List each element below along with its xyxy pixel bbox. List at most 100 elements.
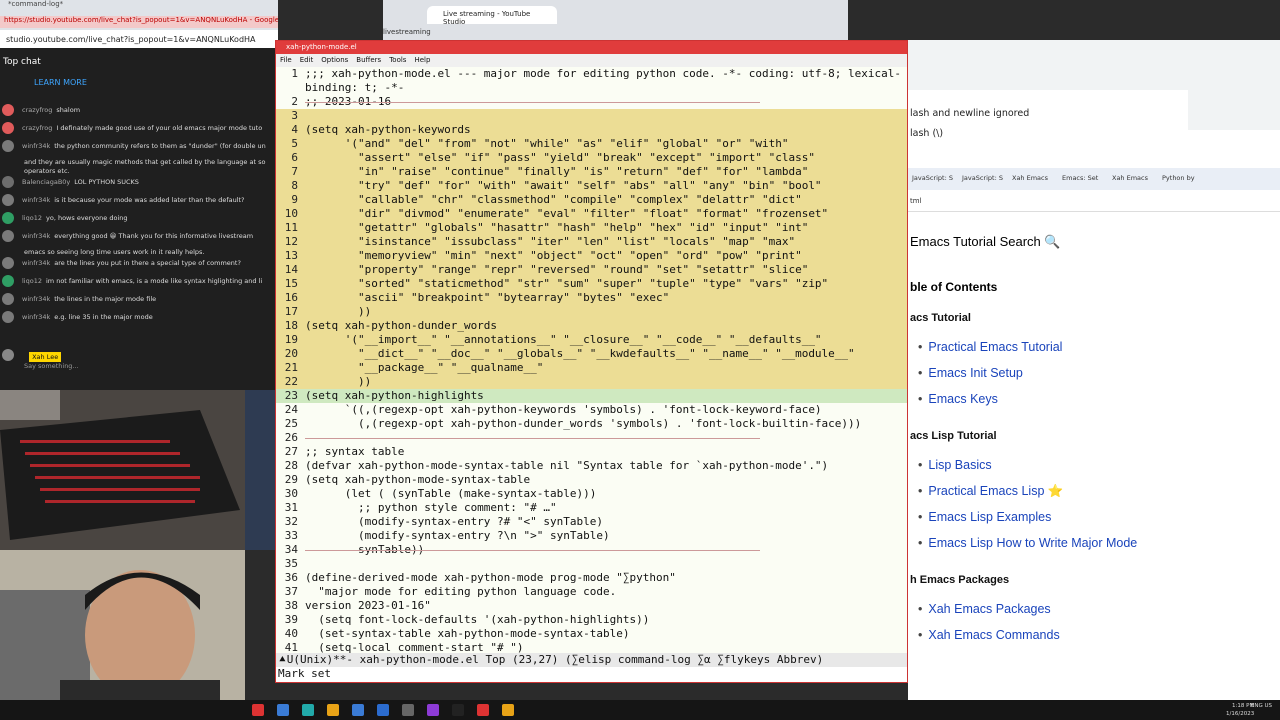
line-text: version 2023-01-16" xyxy=(305,599,431,612)
line-number: 8 xyxy=(291,179,298,192)
clock-datetime[interactable]: 1:18 PM 1/16/2023 xyxy=(1226,702,1254,718)
browser-address-bar[interactable]: tml xyxy=(908,190,1280,212)
taskbar-app-icon[interactable] xyxy=(252,704,264,716)
chat-window-tab[interactable]: *command-log* xyxy=(8,0,228,9)
chat-text: e.g. line 35 in the major mode xyxy=(54,313,153,321)
menu-buffers[interactable]: Buffers xyxy=(356,56,381,64)
chat-title-url: https://studio.youtube.com/live_chat?is_… xyxy=(0,16,278,28)
code-line: 15 "sorted" "staticmethod" "str" "sum" "… xyxy=(276,277,907,291)
browser-tab[interactable]: Emacs: Set xyxy=(1062,174,1098,182)
taskbar-app-icon[interactable] xyxy=(502,704,514,716)
line-text: "__dict__" "__doc__" "__globals__" "__kw… xyxy=(305,347,855,360)
code-buffer[interactable]: 1 ;;; xah-python-mode.el --- major mode f… xyxy=(276,67,907,659)
taskbar-app-icon[interactable] xyxy=(477,704,489,716)
chat-text: operators etc. xyxy=(24,167,70,175)
toc-link[interactable]: Xah Emacs Packages xyxy=(918,602,1050,616)
toc-link[interactable]: Emacs Keys xyxy=(918,392,997,406)
code-line: 17 )) xyxy=(276,305,907,319)
toc-heading: ble of Contents xyxy=(910,280,998,294)
line-number: 20 xyxy=(284,347,298,360)
taskbar-app-icon[interactable] xyxy=(377,704,389,716)
yt-address[interactable]: livestreaming xyxy=(383,28,431,36)
line-number: 31 xyxy=(284,501,298,514)
browser-tab[interactable]: Xah Emacs xyxy=(1112,174,1148,182)
chat-text: is it because your mode was added later … xyxy=(54,196,245,204)
code-line: 8 "try" "def" "for" "with" "await" "self… xyxy=(276,179,907,193)
browser-tab[interactable]: JavaScript: S xyxy=(962,174,1003,182)
toc-section-heading: acs Lisp Tutorial xyxy=(910,430,997,442)
chat-text: shalom xyxy=(56,106,81,114)
toc-link[interactable]: Practical Emacs Lisp ⭐ xyxy=(918,484,1063,499)
toc-link[interactable]: Lisp Basics xyxy=(918,458,991,472)
chat-message: winfr34k the python community refers to t… xyxy=(2,140,278,152)
code-line: 20 "__dict__" "__doc__" "__globals__" "_… xyxy=(276,347,907,361)
menu-help[interactable]: Help xyxy=(414,56,430,64)
toc-link[interactable]: Emacs Init Setup xyxy=(918,366,1023,380)
menu-edit[interactable]: Edit xyxy=(300,56,314,64)
menu-tools[interactable]: Tools xyxy=(389,56,406,64)
line-number: 6 xyxy=(291,151,298,164)
line-number: 25 xyxy=(284,417,298,430)
toc-link[interactable]: Emacs Lisp How to Write Major Mode xyxy=(918,536,1137,550)
avatar xyxy=(2,348,14,361)
code-line: 5 '("and" "del" "from" "not" "while" "as… xyxy=(276,137,907,151)
line-text: "getattr" "globals" "hasattr" "hash" "he… xyxy=(305,221,809,234)
code-line: 18 (setq xah-python-dunder_words xyxy=(276,319,907,333)
taskbar-app-icon[interactable] xyxy=(277,704,289,716)
avatar xyxy=(2,257,14,269)
chat-input[interactable]: Say something... xyxy=(24,362,79,370)
browser-tab[interactable]: Xah Emacs xyxy=(1012,174,1048,182)
taskbar-app-icon[interactable] xyxy=(327,704,339,716)
menu-file[interactable]: File xyxy=(280,56,292,64)
code-line: 35 xyxy=(276,557,907,571)
code-line: 39 (setq font-lock-defaults '(xah-python… xyxy=(276,613,907,627)
line-number: 40 xyxy=(284,627,298,640)
line-number: 33 xyxy=(284,529,298,542)
taskbar-app-icon[interactable] xyxy=(427,704,439,716)
chat-address-bar[interactable]: studio.youtube.com/live_chat?is_popout=1… xyxy=(0,30,278,48)
code-line: 16 "ascii" "breakpoint" "bytearray" "byt… xyxy=(276,291,907,305)
taskbar-app-icon[interactable] xyxy=(302,704,314,716)
chat-message: winfr34k the lines in the major mode file xyxy=(2,293,278,305)
line-text: "__package__" "__qualname__" xyxy=(305,361,544,374)
browser-tab[interactable]: JavaScript: S xyxy=(912,174,953,182)
chat-message: BalenciagaB0y LOL PYTHON SUCKS xyxy=(2,176,278,188)
emacs-title-bar: xah-python-mode.el xyxy=(276,41,907,54)
emacs-echo-area: Mark set xyxy=(276,667,907,682)
page-break-rule xyxy=(305,550,760,551)
menu-options[interactable]: Options xyxy=(321,56,348,64)
toc-link[interactable]: Emacs Lisp Examples xyxy=(918,510,1051,524)
chat-message: and they are usually magic methods that … xyxy=(2,158,278,167)
browser-tab[interactable]: Python by xyxy=(1162,174,1195,182)
taskbar-app-icon[interactable] xyxy=(452,704,464,716)
chat-text: the lines in the major mode file xyxy=(54,295,157,303)
line-text: binding: t; -*- xyxy=(305,81,405,94)
taskbar-app-icon[interactable] xyxy=(402,704,414,716)
chat-tabstrip: *command-log* https://studio.youtube.com… xyxy=(0,0,278,30)
chat-author: winfr34k xyxy=(22,232,51,240)
line-text: (setq xah-python-dunder_words xyxy=(305,319,498,332)
line-number: 3 xyxy=(291,109,298,122)
line-text: ;;; xah-python-mode.el --- major mode fo… xyxy=(305,67,902,80)
avatar xyxy=(2,176,14,188)
emacs-window: xah-python-mode.el File Edit Options Buffer… xyxy=(275,40,908,683)
line-number: 26 xyxy=(284,431,298,444)
emacs-menu-bar: File Edit Options Buffers Tools Help xyxy=(276,54,907,67)
chat-author: liqo12 xyxy=(22,277,42,285)
code-line: 27 ;; syntax table xyxy=(276,445,907,459)
line-text: (modify-syntax-entry ?# "<" synTable) xyxy=(305,515,604,528)
line-text: )) xyxy=(305,305,372,318)
browser-tabstrip: JavaScript: S JavaScript: S Xah Emacs Emacs… xyxy=(908,168,1280,190)
line-number: 24 xyxy=(284,403,298,416)
tab-live-streaming[interactable]: Live streaming - YouTube Studio xyxy=(427,6,557,26)
toc-link[interactable]: Xah Emacs Commands xyxy=(918,628,1059,642)
learn-more-link[interactable]: LEARN MORE xyxy=(34,78,87,87)
line-number: 35 xyxy=(284,557,298,570)
webcam-face-view xyxy=(0,550,245,700)
toc-link[interactable]: Practical Emacs Tutorial xyxy=(918,340,1062,354)
taskbar-app-icon[interactable] xyxy=(352,704,364,716)
top-chat-header[interactable]: Top chat xyxy=(0,52,278,74)
snippet-line-1: lash and newline ignored xyxy=(910,108,1030,119)
line-text: (set-syntax-table xah-python-mode-syntax… xyxy=(305,627,630,640)
line-text: `((,(regexp-opt xah-python-keywords 'sym… xyxy=(305,403,822,416)
